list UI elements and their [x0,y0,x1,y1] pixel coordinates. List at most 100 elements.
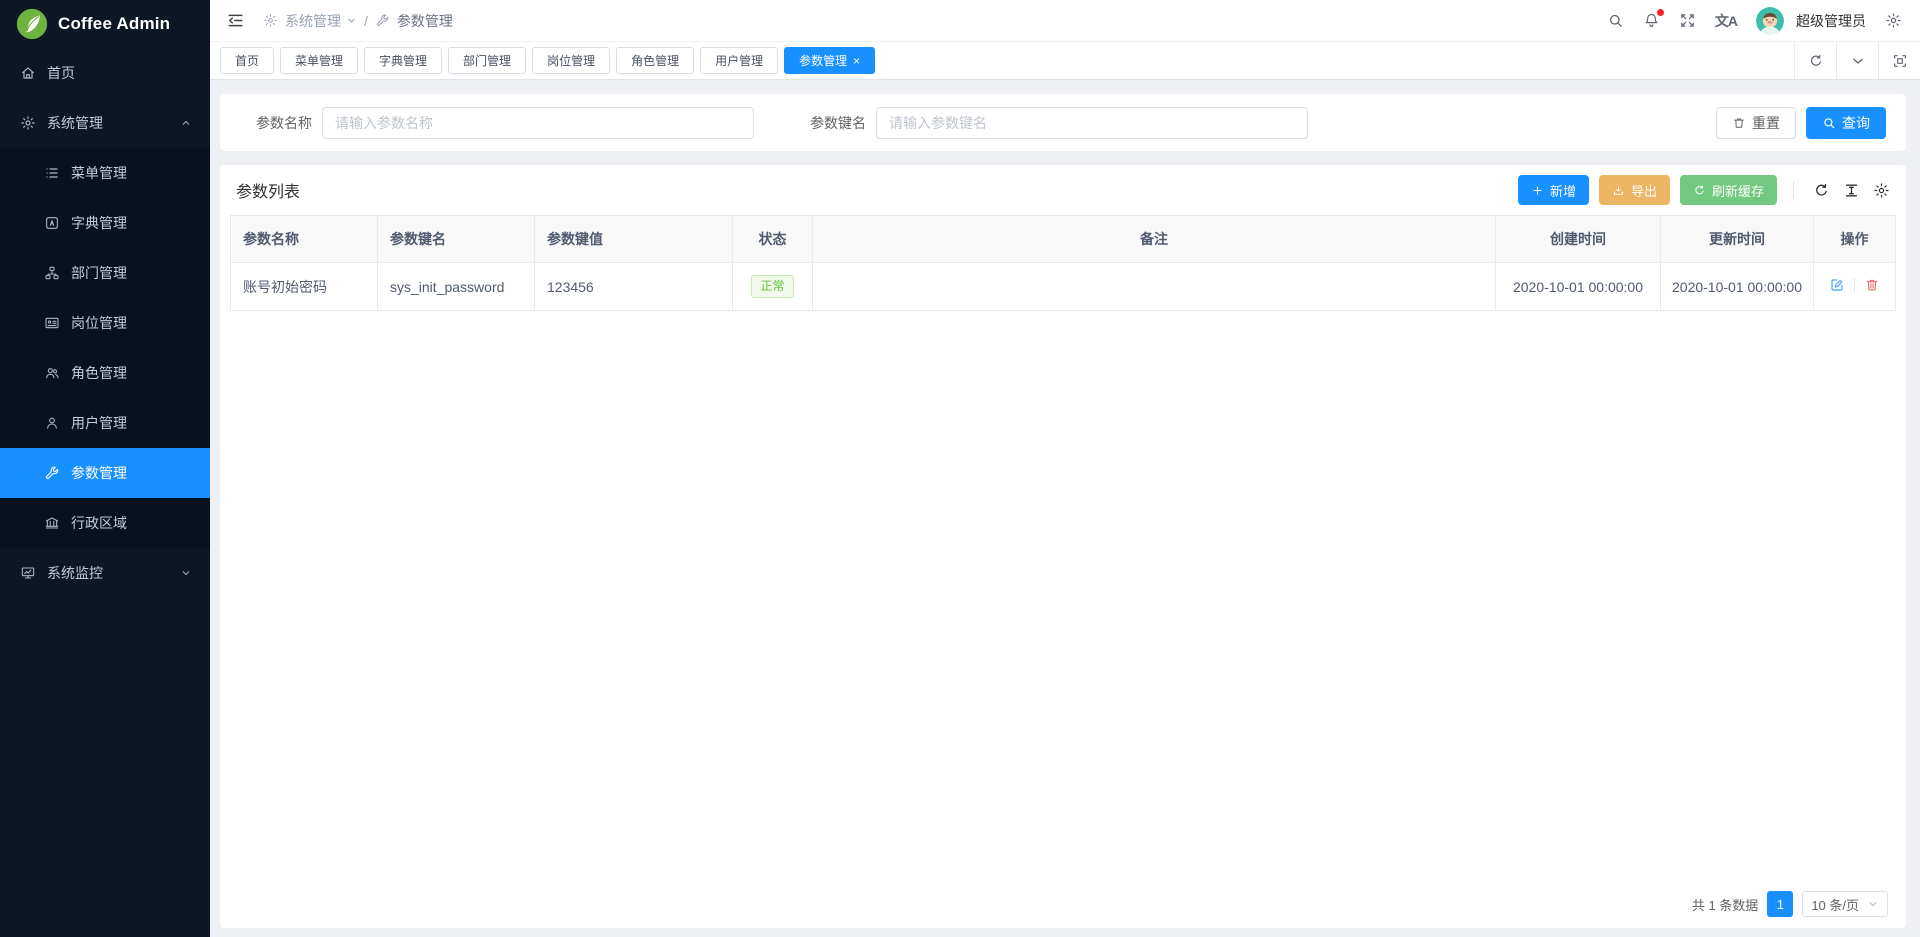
close-icon[interactable]: × [853,55,860,67]
translate-icon[interactable]: 文A [1715,11,1737,31]
table-header-row: 参数名称 参数键名 参数键值 状态 备注 创建时间 更新时间 操作 [231,216,1896,263]
monitor-icon [20,565,36,581]
sidebar-item-param-mgmt[interactable]: 参数管理 [0,448,210,498]
tab-dict-mgmt[interactable]: 字典管理 [364,47,442,74]
sidebar-item-monitor[interactable]: 系统监控 [0,548,210,598]
sidebar-submenu-system: 菜单管理 字典管理 部门管理 岗位管理 角色管理 [0,148,210,548]
dictionary-icon [44,215,60,231]
col-remark: 备注 [813,216,1496,263]
sidebar-item-system[interactable]: 系统管理 [0,98,210,148]
download-icon [1612,184,1625,197]
param-name-input[interactable] [322,107,754,139]
tab-label: 部门管理 [463,52,511,69]
breadcrumb-parent[interactable]: 系统管理 [285,11,357,31]
cell-status: 正常 [733,263,813,311]
param-table: 参数名称 参数键名 参数键值 状态 备注 创建时间 更新时间 操作 [220,215,1906,311]
refresh-cache-button[interactable]: 刷新缓存 [1680,175,1777,205]
wrench-icon [44,465,60,481]
sidebar-item-label: 菜单管理 [71,163,127,183]
tab-param-mgmt[interactable]: 参数管理 × [784,47,875,74]
param-key-field: 参数键名 [794,107,1308,139]
maximize-icon[interactable] [1878,42,1920,79]
refresh-table-icon[interactable] [1813,182,1830,199]
sidebar-item-dept-mgmt[interactable]: 部门管理 [0,248,210,298]
user-name[interactable]: 超级管理员 [1796,11,1866,31]
col-param-name: 参数名称 [231,216,378,263]
collapse-sidebar-icon[interactable] [226,11,245,30]
card-title: 参数列表 [236,178,300,202]
app-title: Coffee Admin [58,14,170,34]
page-size-select[interactable]: 10 条/页 [1802,891,1888,917]
param-key-input[interactable] [876,107,1308,139]
chevron-down-icon [1867,898,1879,910]
cell-param-key: sys_init_password [378,263,535,311]
cell-updated: 2020-10-01 00:00:00 [1661,263,1814,311]
tab-label: 首页 [235,52,259,69]
reset-button[interactable]: 重置 [1716,107,1796,139]
sidebar-item-dict-mgmt[interactable]: 字典管理 [0,198,210,248]
sidebar-menu: 首页 系统管理 菜单管理 字典管理 部门管理 [0,48,210,598]
fullscreen-icon[interactable] [1679,12,1696,29]
sidebar-item-label: 字典管理 [71,213,127,233]
delete-icon[interactable] [1864,277,1880,293]
col-param-key: 参数键名 [378,216,535,263]
reset-button-label: 重置 [1752,113,1780,133]
sidebar-item-user-mgmt[interactable]: 用户管理 [0,398,210,448]
tab-user-mgmt[interactable]: 用户管理 [700,47,778,74]
main-column: 系统管理 / 参数管理 文A 超级管理员 首页 [210,0,1920,937]
status-badge: 正常 [751,275,793,298]
app-root: Coffee Admin 首页 系统管理 菜单管理 字典管理 [0,0,1920,937]
wrench-icon [375,13,390,28]
tab-label: 角色管理 [631,52,679,69]
sidebar-item-post-mgmt[interactable]: 岗位管理 [0,298,210,348]
chevron-down-icon [180,567,192,579]
col-actions: 操作 [1814,216,1896,263]
page-1-button[interactable]: 1 [1767,891,1793,917]
export-button[interactable]: 导出 [1599,175,1670,205]
search-form: 参数名称 参数键名 重置 查询 [220,94,1906,151]
sidebar-item-role-mgmt[interactable]: 角色管理 [0,348,210,398]
topbar: 系统管理 / 参数管理 文A 超级管理员 [210,0,1920,42]
edit-icon[interactable] [1829,277,1845,293]
notification-badge [1657,9,1664,16]
tab-menu-mgmt[interactable]: 菜单管理 [280,47,358,74]
tab-dept-mgmt[interactable]: 部门管理 [448,47,526,74]
tab-label: 字典管理 [379,52,427,69]
column-settings-gear-icon[interactable] [1873,182,1890,199]
chevron-down-icon[interactable] [1836,42,1878,79]
sidebar-item-label: 岗位管理 [71,313,127,333]
sidebar-item-label: 系统监控 [47,563,103,583]
card-header: 参数列表 新增 导出 刷新缓存 [220,165,1906,215]
add-button[interactable]: 新增 [1518,175,1589,205]
sidebar-item-home[interactable]: 首页 [0,48,210,98]
bank-icon [44,515,60,531]
search-actions: 重置 查询 [1716,107,1886,139]
user-icon [44,415,60,431]
breadcrumb-parent-label: 系统管理 [285,11,341,31]
avatar[interactable] [1756,7,1784,35]
density-icon[interactable] [1843,182,1860,199]
breadcrumb-current: 参数管理 [397,11,453,31]
menu-list-icon [44,165,60,181]
topbar-actions: 文A 超级管理员 [1607,7,1902,35]
sidebar-item-region[interactable]: 行政区域 [0,498,210,548]
sidebar-item-label: 参数管理 [71,463,127,483]
col-updated: 更新时间 [1661,216,1814,263]
settings-gear-icon[interactable] [1885,12,1902,29]
query-button[interactable]: 查询 [1806,107,1886,139]
id-card-icon [44,315,60,331]
tabs-controls [1794,42,1920,79]
col-param-value: 参数键值 [535,216,733,263]
sidebar-item-label: 角色管理 [71,363,127,383]
trash-icon [1732,116,1746,130]
app-logo[interactable]: Coffee Admin [0,0,210,48]
tab-post-mgmt[interactable]: 岗位管理 [532,47,610,74]
search-icon[interactable] [1607,12,1624,29]
refresh-icon[interactable] [1794,42,1836,79]
tab-home[interactable]: 首页 [220,47,274,74]
param-name-field: 参数名称 [240,107,754,139]
tab-role-mgmt[interactable]: 角色管理 [616,47,694,74]
tab-label: 参数管理 [799,52,847,69]
bell-icon[interactable] [1643,12,1660,29]
sidebar-item-menu-mgmt[interactable]: 菜单管理 [0,148,210,198]
